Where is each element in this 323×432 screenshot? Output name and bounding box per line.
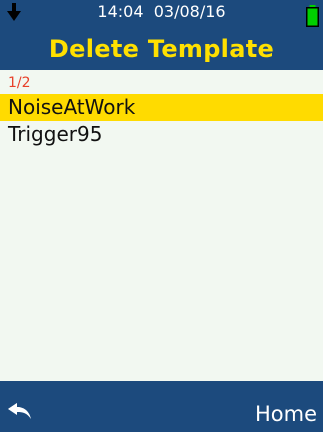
- clock: 14:04 03/08/16: [0, 3, 323, 21]
- home-button[interactable]: Home: [255, 401, 317, 427]
- page-indicator: 1/2: [8, 75, 31, 91]
- list-item-trigger95[interactable]: Trigger95: [0, 121, 323, 148]
- template-list-panel: 1/2 NoiseAtWork Trigger95: [0, 70, 323, 381]
- list-item-noiseatwork[interactable]: NoiseAtWork: [0, 94, 323, 121]
- footer-bar: Home: [0, 381, 323, 432]
- battery-icon: [306, 5, 319, 27]
- status-date: 03/08/16: [153, 2, 226, 21]
- template-list: NoiseAtWork Trigger95: [0, 94, 323, 148]
- back-arrow-icon[interactable]: [8, 403, 32, 421]
- page-title: Delete Template: [48, 35, 275, 63]
- status-bar: 14:04 03/08/16: [0, 0, 323, 27]
- status-time: 14:04: [97, 2, 144, 21]
- header-bar: 14:04 03/08/16 Delete Template: [0, 0, 323, 70]
